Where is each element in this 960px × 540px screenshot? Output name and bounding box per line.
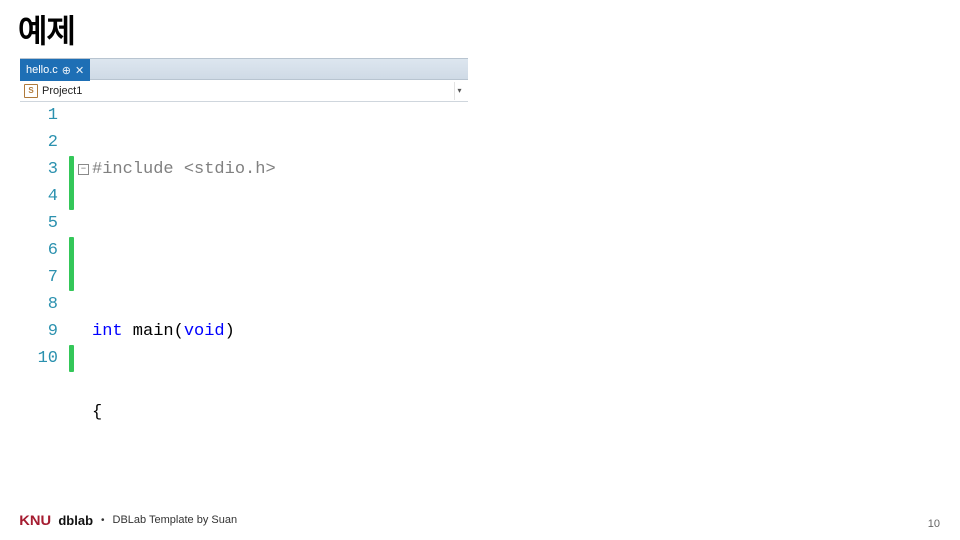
- line-number: 4: [20, 183, 58, 210]
- line-number: 3: [20, 156, 58, 183]
- line-number: 8: [20, 291, 58, 318]
- slide: 예제 hello.c ⊕ ✕ S Project1 ▾ 1 2 3 4 5 6 …: [0, 0, 960, 540]
- fold-gutter: −: [78, 102, 92, 540]
- pin-icon[interactable]: ⊕: [62, 64, 71, 77]
- slide-footer: KNU dblab • DBLab Template by Suan 10: [20, 512, 940, 528]
- change-marker: [69, 345, 74, 372]
- project-dropdown-bar: S Project1 ▾: [20, 80, 468, 102]
- chevron-down-icon[interactable]: ▾: [454, 82, 464, 100]
- file-tab-label: hello.c: [26, 64, 58, 76]
- fold-toggle-icon[interactable]: −: [78, 164, 89, 175]
- line-number: 9: [20, 318, 58, 345]
- footer-bullet: •: [101, 515, 105, 526]
- file-tab[interactable]: hello.c ⊕ ✕: [20, 59, 90, 81]
- project-dropdown-label[interactable]: Project1: [42, 85, 450, 97]
- line-number: 10: [20, 345, 58, 372]
- line-number-gutter: 1 2 3 4 5 6 7 8 9 10: [20, 102, 68, 540]
- line-number: 7: [20, 264, 58, 291]
- code-editor-screenshot: hello.c ⊕ ✕ S Project1 ▾ 1 2 3 4 5 6 7 8…: [20, 58, 468, 540]
- dblab-logo: dblab: [58, 513, 93, 528]
- change-marker: [69, 237, 74, 291]
- change-marker-gutter: [68, 102, 78, 540]
- project-icon: S: [24, 84, 38, 98]
- change-marker: [69, 156, 74, 210]
- code-line: #include <stdio.h>: [92, 156, 468, 183]
- code-line: [92, 237, 468, 264]
- code-line: [92, 480, 468, 507]
- code-area: 1 2 3 4 5 6 7 8 9 10 − #include <stdio.h…: [20, 102, 468, 540]
- editor-tabbar: hello.c ⊕ ✕: [20, 58, 468, 80]
- page-number: 10: [928, 518, 940, 530]
- page-title: 예제: [18, 6, 75, 52]
- code-text[interactable]: #include <stdio.h> int main(void) { prin…: [92, 102, 468, 540]
- close-icon[interactable]: ✕: [75, 64, 84, 77]
- knu-logo: KNU: [20, 512, 50, 528]
- line-number: 1: [20, 102, 58, 129]
- footer-credit: DBLab Template by Suan: [113, 514, 238, 526]
- code-line: int main(void): [92, 318, 468, 345]
- line-number: 5: [20, 210, 58, 237]
- code-line: {: [92, 399, 468, 426]
- line-number: 2: [20, 129, 58, 156]
- line-number: 6: [20, 237, 58, 264]
- footer-logo: KNU dblab: [20, 512, 93, 528]
